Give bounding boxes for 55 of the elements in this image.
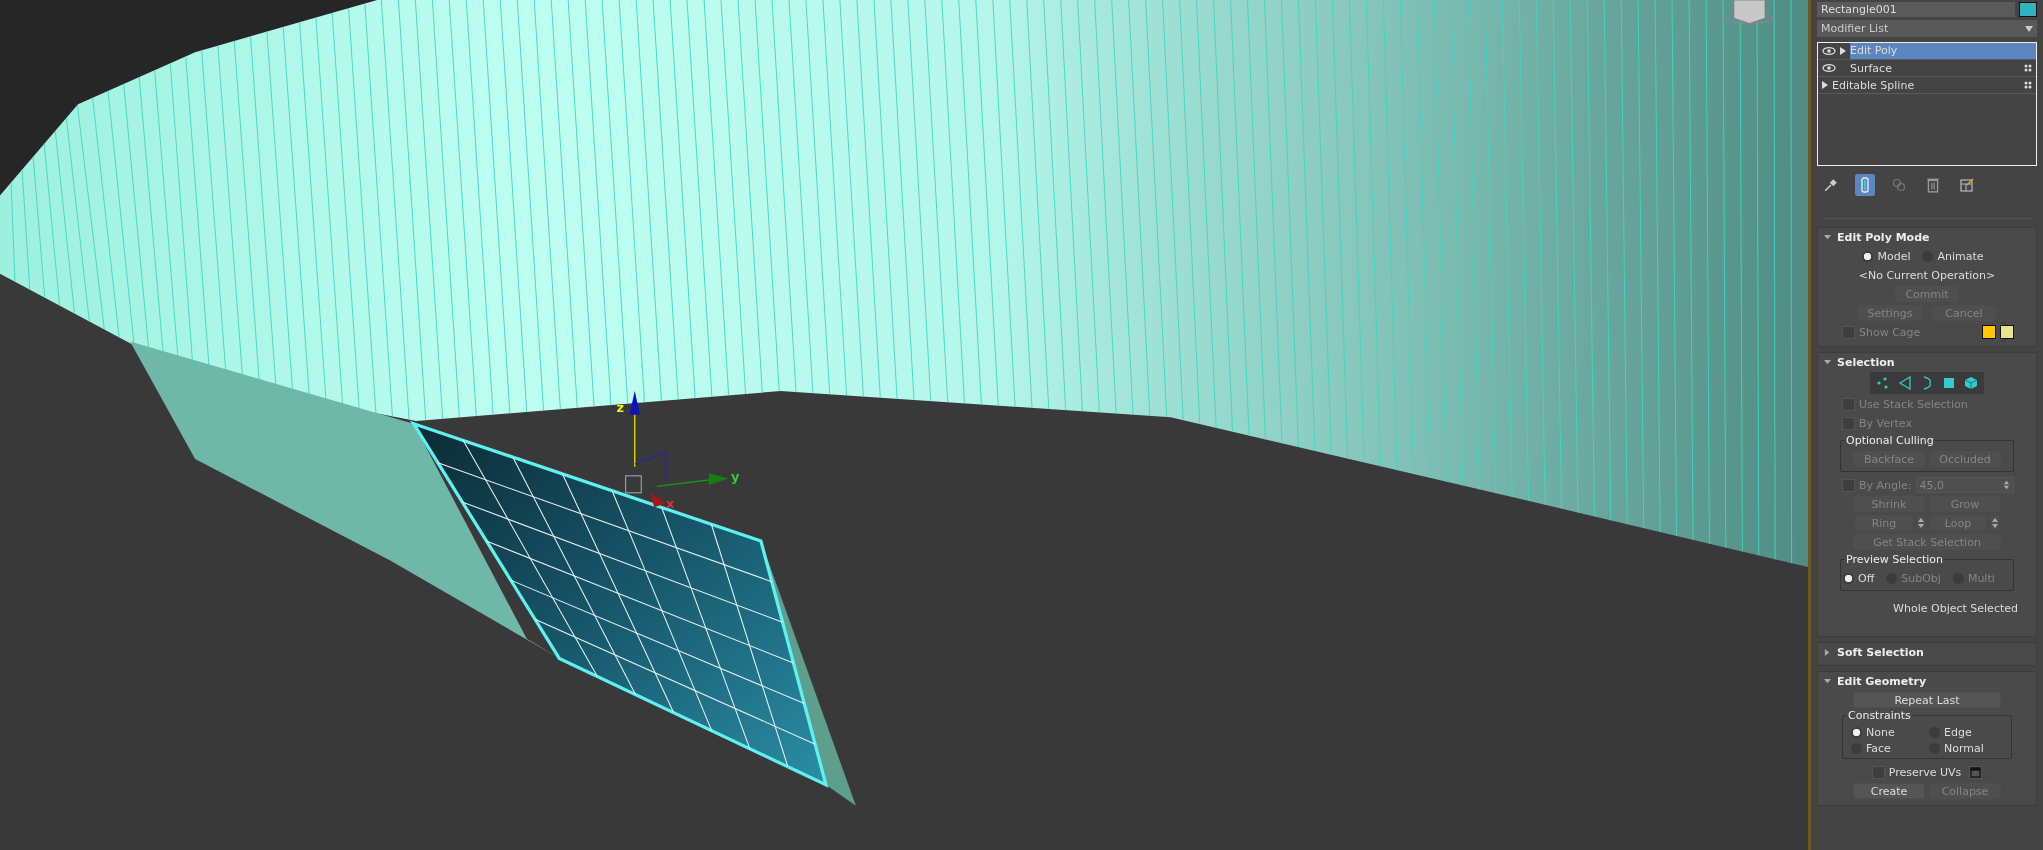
object-name-field[interactable]: Rectangle001 xyxy=(1817,1,2015,17)
eye-icon[interactable] xyxy=(1822,64,1836,72)
rollout-triangle-icon[interactable] xyxy=(1824,677,1831,685)
radio-label: None xyxy=(1866,726,1895,739)
dots-icon xyxy=(2024,81,2032,89)
radio-label: SubObj xyxy=(1901,571,1941,585)
group-title: Preview Selection xyxy=(1845,553,1944,566)
radio-button[interactable] xyxy=(1843,572,1854,584)
group-title: Optional Culling xyxy=(1845,434,1935,447)
axis-label: x xyxy=(665,496,675,512)
radio-label: Animate xyxy=(1937,249,1984,263)
spinner-arrows-icon[interactable] xyxy=(2003,479,2010,491)
rollout-triangle-icon[interactable] xyxy=(1824,648,1831,656)
rollout-header[interactable]: Selection xyxy=(1818,353,2036,371)
rollout-header[interactable]: Edit Geometry xyxy=(1818,672,2036,690)
radio-label: Off xyxy=(1858,571,1875,585)
modifier-list-dropdown[interactable]: Modifier List xyxy=(1817,20,2037,37)
expand-triangle-icon[interactable] xyxy=(1822,81,1828,89)
checkbox-label: Use Stack Selection xyxy=(1859,397,1968,411)
radio-label: Normal xyxy=(1944,742,1984,755)
operation-status-text: <No Current Operation> xyxy=(1858,268,1996,282)
radio-button[interactable] xyxy=(1851,727,1862,738)
element-level-icon[interactable] xyxy=(1962,374,1980,392)
rollout-triangle-icon[interactable] xyxy=(1824,358,1831,366)
checkbox-label: By Vertex xyxy=(1859,416,1912,430)
rollout-header[interactable]: Edit Poly Mode xyxy=(1818,228,2036,246)
cage-color-swatch[interactable] xyxy=(1982,325,1996,339)
transform-gizmo-icon[interactable] xyxy=(625,391,729,508)
settings-window-icon[interactable] xyxy=(1969,765,1983,779)
eye-icon[interactable] xyxy=(1822,47,1836,55)
checkbox-label: By Angle: xyxy=(1859,478,1912,492)
radio-label: Face xyxy=(1866,742,1891,755)
axis-label: z xyxy=(616,399,625,415)
caret-icon[interactable] xyxy=(2025,25,2033,32)
checkbox-label: Show Cage xyxy=(1859,325,1921,339)
cage-color-swatch[interactable] xyxy=(2000,325,2014,339)
axis-label: y xyxy=(731,469,740,485)
group-title: Constraints xyxy=(1847,709,1912,722)
spinner-arrows-icon[interactable] xyxy=(1991,516,1999,530)
checkbox-label: Preserve UVs xyxy=(1888,765,1962,779)
radio-label: Model xyxy=(1877,249,1911,263)
radio-label: Edge xyxy=(1944,726,1972,739)
spinner-arrows-icon[interactable] xyxy=(1917,516,1925,530)
expand-triangle-icon[interactable] xyxy=(1840,47,1846,55)
radio-label: Multi xyxy=(1967,571,1995,585)
rollout-triangle-icon[interactable] xyxy=(1824,233,1831,241)
create-button[interactable]: Create xyxy=(1853,783,1925,799)
selection-status-text: Whole Object Selected xyxy=(1893,601,2018,615)
repeat-last-button[interactable]: Repeat Last xyxy=(1853,692,2001,708)
object-color-swatch[interactable] xyxy=(2019,1,2037,17)
modifier-stack-item[interactable]: Editable Spline xyxy=(1818,77,2036,94)
radio-button[interactable] xyxy=(1862,250,1874,262)
dots-icon xyxy=(2024,64,2032,72)
modifier-stack-item[interactable]: Surface xyxy=(1818,60,2036,77)
rollout-header[interactable]: Soft Selection xyxy=(1818,643,2036,661)
